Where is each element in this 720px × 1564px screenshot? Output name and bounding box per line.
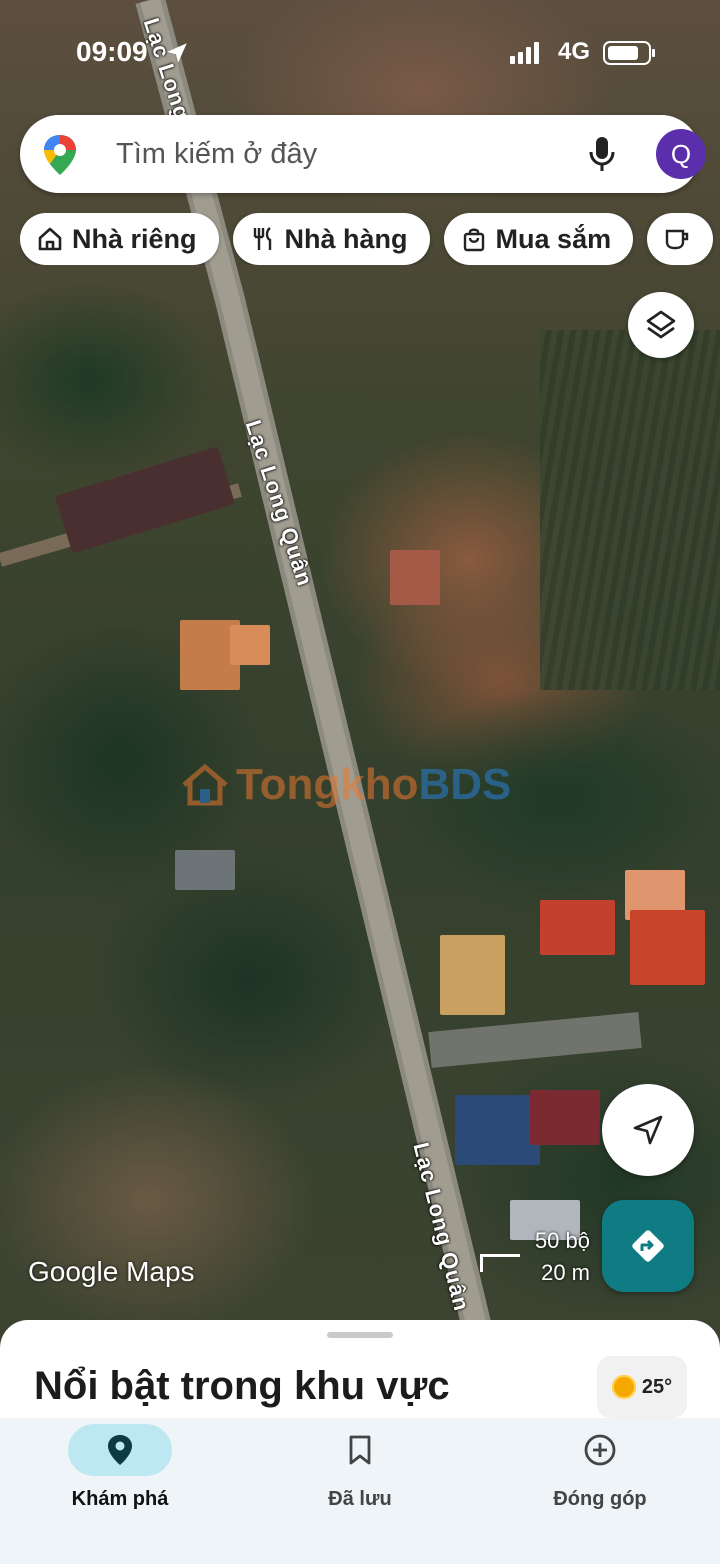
bottom-sheet[interactable]: Nổi bật trong khu vực 25°	[0, 1320, 720, 1420]
nav-explore[interactable]: Khám phá	[0, 1418, 240, 1564]
network-type: 4G	[558, 38, 591, 65]
watermark-text-accent: BDS	[418, 760, 512, 809]
chip-label: Nhà riêng	[72, 223, 197, 254]
nav-saved[interactable]: Đã lưu	[240, 1418, 480, 1564]
google-maps-pin-icon	[44, 135, 76, 175]
scale-metric: 20 m	[541, 1260, 590, 1285]
building	[540, 900, 615, 955]
layers-icon	[646, 310, 676, 339]
battery-icon	[603, 41, 655, 65]
search-input[interactable]	[116, 133, 536, 175]
nav-label: Đã lưu	[328, 1488, 392, 1510]
directions-icon	[632, 1230, 664, 1262]
search-bar[interactable]: Q	[20, 115, 706, 193]
nav-label: Khám phá	[71, 1488, 169, 1510]
shopping-bag-icon	[463, 228, 484, 252]
category-chips: Nhà riêng Nhà hàng Mua sắm	[20, 213, 720, 265]
building	[175, 850, 235, 890]
microphone-icon[interactable]	[586, 135, 618, 173]
watermark-text: Tongkho	[236, 760, 419, 809]
avatar[interactable]: Q	[656, 129, 706, 179]
watermark-logo-icon	[182, 763, 228, 806]
building	[390, 550, 440, 605]
building	[230, 625, 270, 665]
my-location-button[interactable]	[602, 1084, 694, 1176]
building	[530, 1090, 600, 1145]
sun-icon	[611, 1375, 636, 1399]
navigation-arrow-icon	[633, 1115, 663, 1145]
scale-line	[480, 1254, 520, 1272]
bottom-navigation: Khám phá Đã lưu Đóng góp	[0, 1418, 720, 1564]
weather-badge[interactable]: 25°	[597, 1356, 687, 1418]
status-time: 09:09	[76, 36, 148, 67]
add-circle-icon	[584, 1434, 616, 1466]
chip-label: Nhà hàng	[284, 223, 408, 254]
building	[440, 935, 505, 1015]
status-bar: 09:09 4G	[0, 28, 720, 78]
scale-imperial: 50 bộ	[534, 1228, 590, 1253]
weather-temp: 25°	[641, 1375, 673, 1398]
sheet-drag-handle[interactable]	[327, 1332, 393, 1338]
layers-button[interactable]	[628, 292, 694, 358]
building	[630, 910, 705, 985]
chip-home[interactable]: Nhà riêng	[20, 213, 219, 265]
google-maps-attribution: Google Maps	[28, 1256, 195, 1287]
chip-restaurant[interactable]: Nhà hàng	[232, 213, 430, 265]
home-icon	[38, 227, 62, 251]
building	[455, 1095, 540, 1165]
watermark: TongkhoBDS	[180, 760, 511, 810]
chip-shopping[interactable]: Mua sắm	[443, 213, 634, 265]
sheet-title: Nổi bật trong khu vực	[34, 1364, 450, 1408]
nav-active-indicator	[68, 1424, 172, 1476]
bookmark-icon	[349, 1435, 371, 1465]
nav-contribute[interactable]: Đóng góp	[480, 1418, 720, 1564]
chip-label: Mua sắm	[495, 223, 612, 254]
coffee-icon	[665, 229, 689, 250]
location-arrow-icon	[167, 43, 187, 63]
signal-icon	[510, 42, 539, 64]
explore-pin-icon	[108, 1435, 132, 1465]
directions-button[interactable]	[602, 1200, 694, 1292]
restaurant-icon	[253, 227, 271, 250]
chip-coffee[interactable]	[647, 213, 714, 265]
nav-label: Đóng góp	[553, 1488, 647, 1510]
